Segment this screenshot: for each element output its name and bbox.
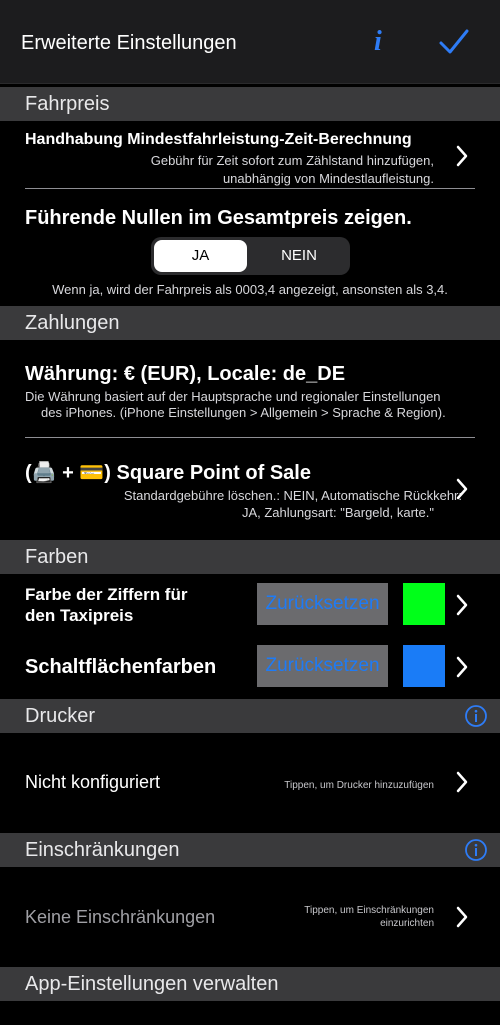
button-color-row: Schaltflächenfarben Zurücksetzen [0, 640, 500, 696]
section-title-drucker: Drucker [25, 705, 96, 727]
button-color-swatch[interactable] [403, 645, 445, 687]
leading-zeros-title: Führende Nullen im Gesamtpreis zeigen. [25, 207, 412, 229]
section-title-einschraenkungen: Einschränkungen [25, 839, 180, 861]
navigation-bar: Erweiterte Einstellungen i [0, 0, 500, 84]
min-fare-sub-2: unabhängig von Mindestlaufleistung. [222, 171, 434, 186]
segment-ja[interactable]: JA [154, 240, 247, 272]
segment-nein[interactable]: NEIN [251, 240, 347, 272]
restrictions-hint-2: einzurichten [380, 918, 434, 929]
divider [25, 437, 475, 438]
section-header-app: App-Einstellungen verwalten [0, 967, 500, 1001]
chevron-right-icon[interactable] [455, 656, 469, 678]
printer-row[interactable]: Nicht konfiguriert Tippen, um Drucker hi… [0, 734, 500, 830]
restrictions-row[interactable]: Keine Einschränkungen Tippen, um Einschr… [0, 868, 500, 964]
digit-color-row: Farbe der Ziffern für den Taxipreis Zurü… [0, 578, 500, 634]
digit-color-swatch[interactable] [403, 583, 445, 625]
info-circle-icon[interactable] [464, 838, 488, 862]
digit-color-label-1: Farbe der Ziffern für [25, 585, 188, 604]
leading-zeros-note: Wenn ja, wird der Fahrpreis als 0003,4 a… [52, 282, 448, 297]
section-header-zahlungen: Zahlungen [0, 306, 500, 340]
chevron-right-icon [456, 478, 468, 500]
square-pos-sub-2: JA, Zahlungsart: "Bargeld, karte." [241, 505, 434, 520]
min-fare-row[interactable]: Handhabung Mindestfahrleistung-Zeit-Bere… [0, 121, 500, 189]
leading-zeros-segmented-control: JA NEIN [151, 237, 350, 275]
square-pos-sub-1: Standardgebühre löschen.: NEIN, Automati… [123, 488, 462, 503]
button-color-label: Schaltflächenfarben [25, 656, 217, 678]
info-italic-icon[interactable]: i [374, 26, 382, 58]
chevron-right-icon [456, 771, 468, 793]
info-circle-icon[interactable] [464, 704, 488, 728]
divider [25, 188, 475, 189]
chevron-right-icon [456, 145, 468, 167]
currency-title: Währung: € (EUR), Locale: de_DE [25, 363, 346, 385]
chevron-right-icon[interactable] [455, 594, 469, 616]
chevron-right-icon [456, 906, 468, 928]
min-fare-title: Handhabung Mindestfahrleistung-Zeit-Bere… [25, 131, 412, 148]
currency-sub-1: Die Währung basiert auf der Hauptsprache… [25, 389, 441, 404]
printer-hint: Tippen, um Drucker hinzuzufügen [284, 780, 434, 791]
section-header-fahrpreis: Fahrpreis [0, 87, 500, 121]
button-color-reset-button[interactable]: Zurücksetzen [257, 645, 388, 687]
restrictions-status: Keine Einschränkungen [25, 907, 216, 927]
square-pos-title: (🖨️ + 💳) Square Point of Sale [25, 462, 311, 484]
checkmark-icon[interactable] [436, 24, 472, 60]
currency-sub-2: des iPhones. (iPhone Einstellungen > All… [41, 405, 446, 420]
section-header-farben: Farben [0, 540, 500, 574]
section-header-einschraenkungen: Einschränkungen [0, 833, 500, 867]
square-pos-row[interactable]: (🖨️ + 💳) Square Point of Sale Standardge… [0, 450, 500, 530]
digit-color-reset-button[interactable]: Zurücksetzen [257, 583, 388, 625]
printer-status: Nicht konfiguriert [25, 772, 161, 792]
min-fare-sub-1: Gebühr für Zeit sofort zum Zählstand hin… [150, 153, 434, 168]
page-title: Erweiterte Einstellungen [21, 32, 237, 54]
digit-color-label-2: den Taxipreis [25, 606, 134, 625]
restrictions-hint-1: Tippen, um Einschränkungen [304, 905, 434, 916]
section-header-drucker: Drucker [0, 699, 500, 733]
